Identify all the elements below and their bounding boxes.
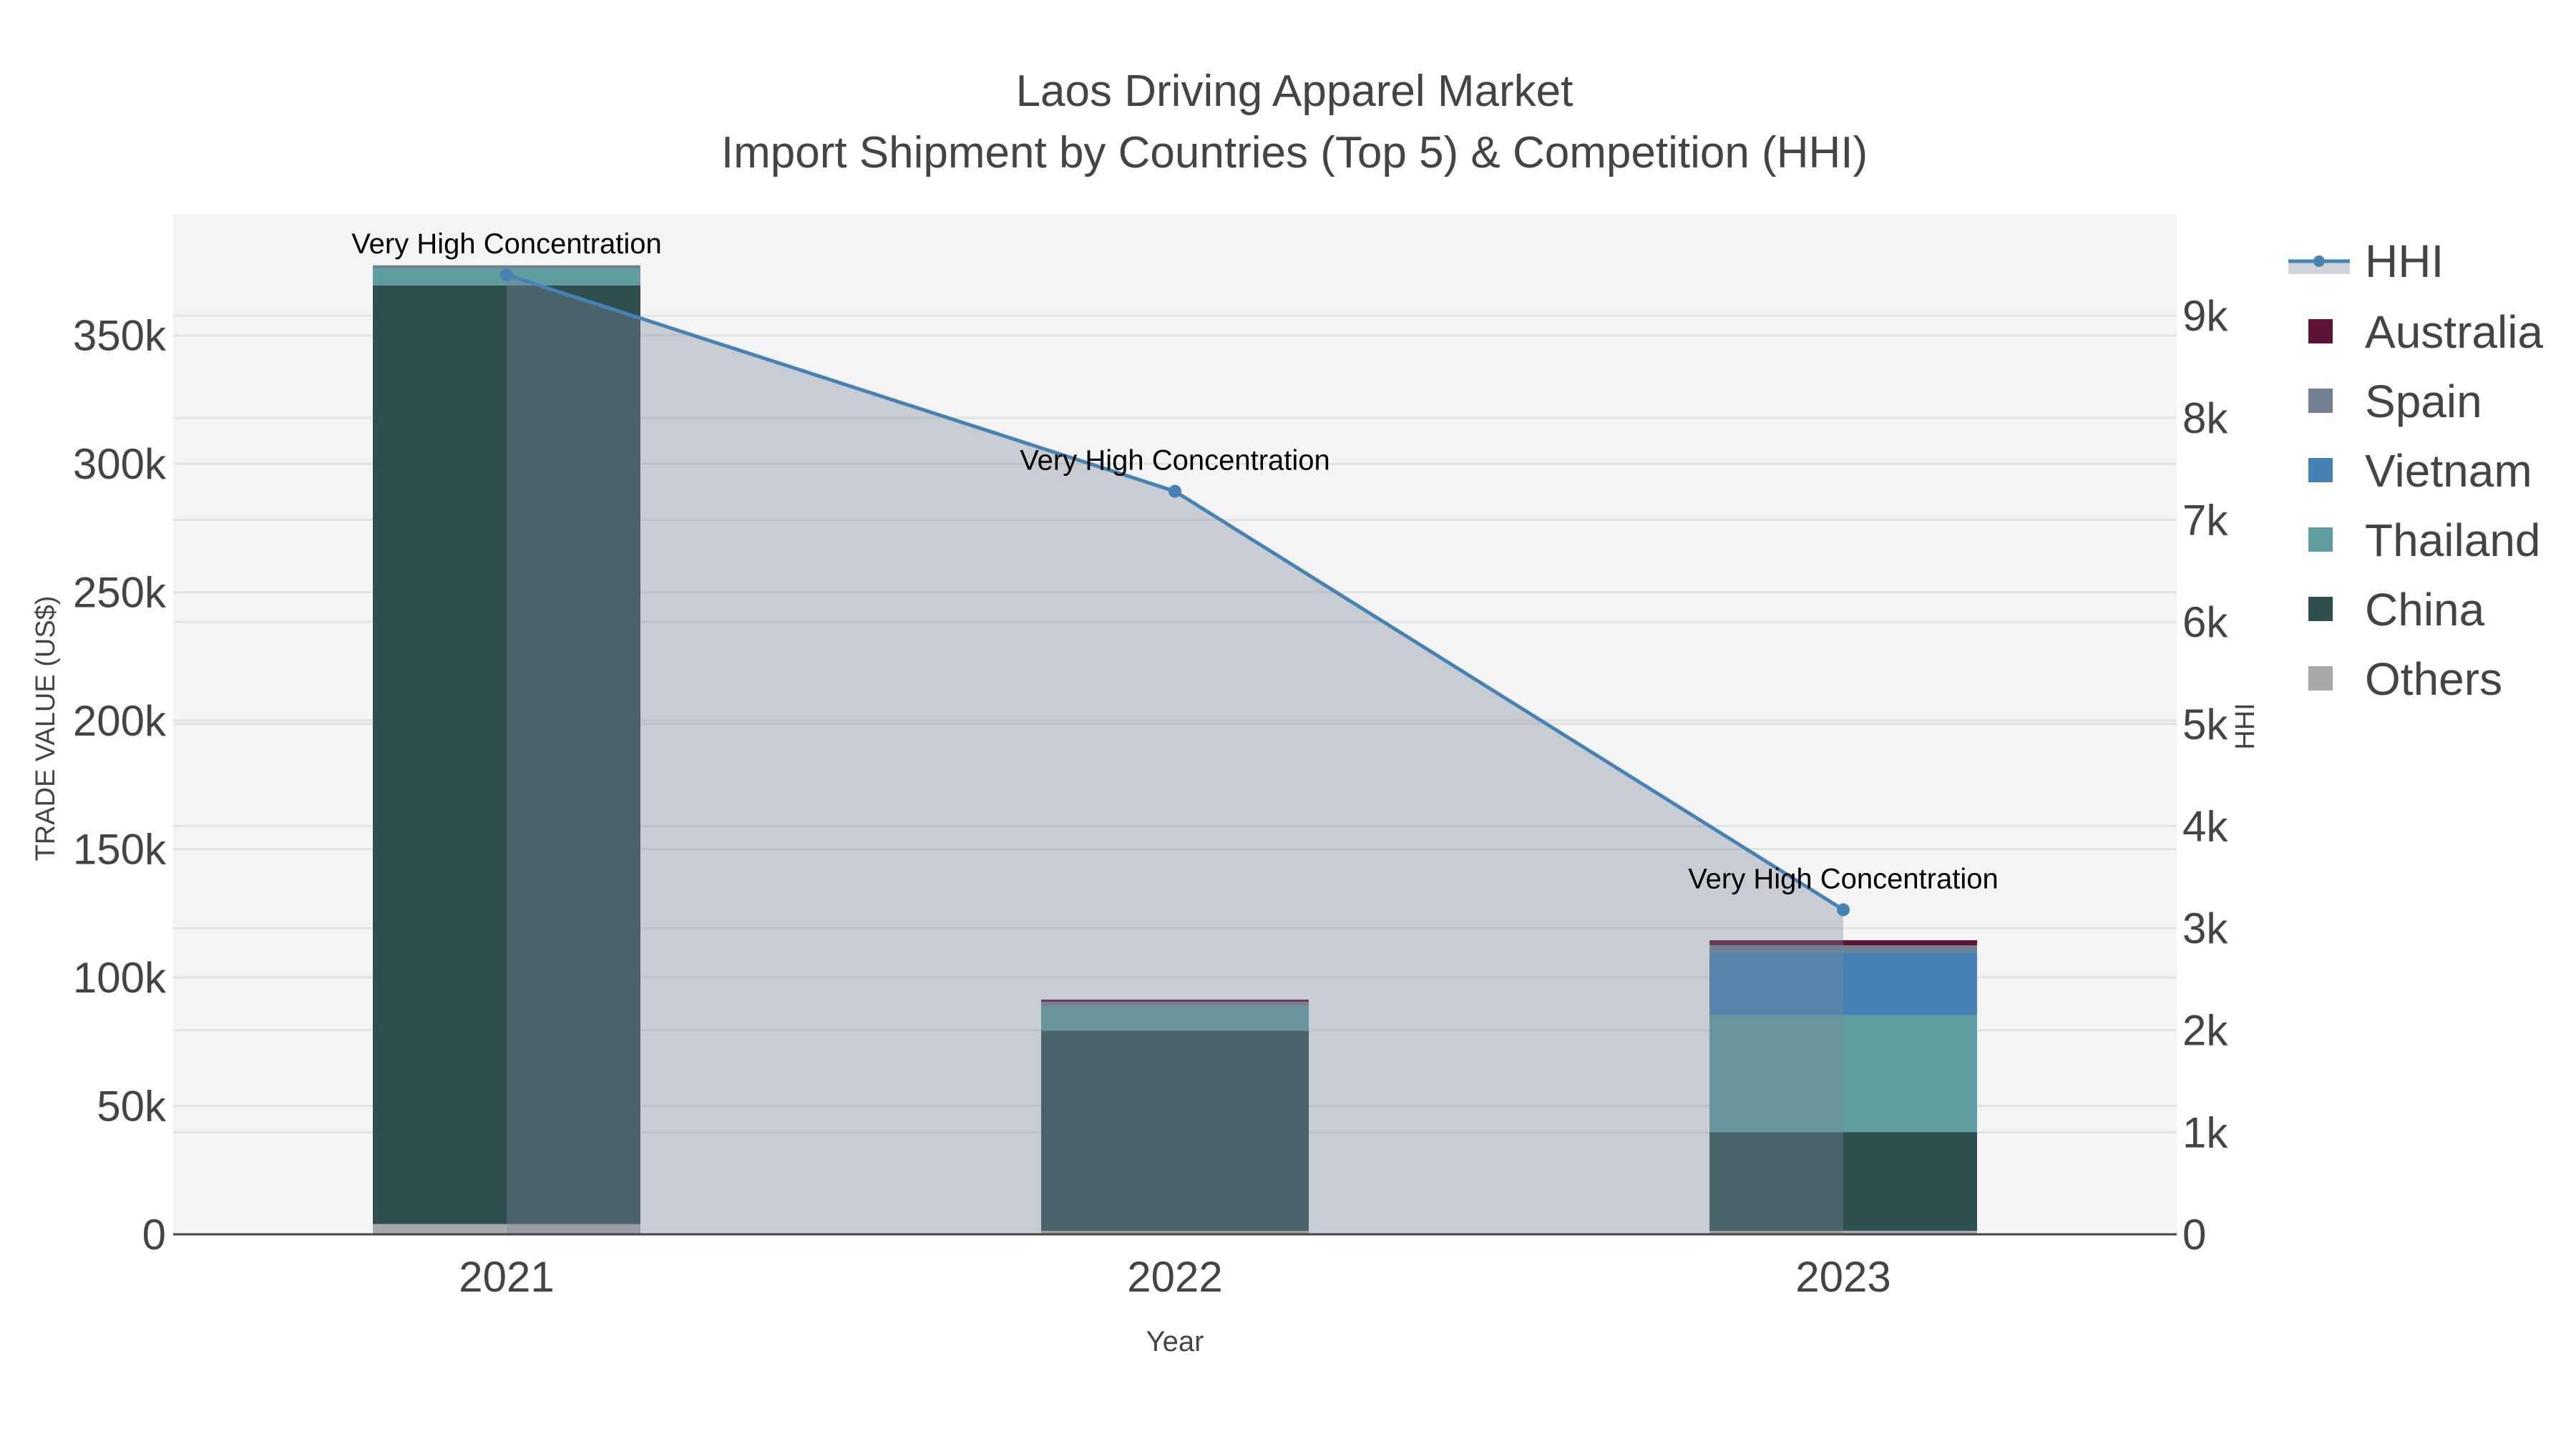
y-tick-label: 150k — [73, 826, 167, 874]
y-tick-label: 100k — [73, 954, 167, 1002]
hhi-annotation: Very High Concentration — [1688, 863, 1999, 894]
legend-swatch — [2308, 319, 2333, 343]
hhi-point — [1837, 903, 1850, 917]
y-tick-label: 300k — [73, 440, 167, 488]
y2-tick-label: 5k — [2182, 701, 2228, 748]
y2-tick-label: 7k — [2182, 497, 2228, 545]
x-tick-label: 2023 — [1795, 1253, 1890, 1301]
legend-marker — [2313, 255, 2325, 267]
legend-item-hhi[interactable]: HHI — [2288, 235, 2444, 287]
bar-spain-2021 — [373, 265, 640, 269]
legend-label: HHI — [2365, 235, 2444, 287]
y-tick-label: 250k — [73, 569, 167, 617]
y2-tick-label: 1k — [2182, 1108, 2228, 1156]
legend-label: Thailand — [2365, 514, 2541, 566]
hhi-point — [1169, 484, 1181, 498]
chart-subtitle: Import Shipment by Countries (Top 5) & C… — [721, 128, 1868, 177]
legend-swatch — [2308, 666, 2333, 691]
legend: HHI Australia Spain Vietnam Thailand China Oth… — [2288, 235, 2543, 705]
legend-item-australia[interactable]: Australia — [2308, 306, 2543, 358]
y2-tick-label: 9k — [2182, 292, 2228, 340]
y2-tick-label: 2k — [2182, 1007, 2228, 1055]
x-tick-label: 2021 — [459, 1253, 554, 1301]
legend-label: Vietnam — [2365, 445, 2532, 497]
y-tick-label: 200k — [73, 697, 167, 745]
hhi-annotation: Very High Concentration — [1020, 445, 1330, 477]
legend-label: China — [2365, 584, 2485, 635]
y-tick-label: 0 — [142, 1211, 166, 1259]
legend-swatch — [2308, 458, 2333, 482]
x-tick-label: 2022 — [1127, 1253, 1222, 1301]
legend-swatch — [2308, 597, 2333, 621]
chart-title: Laos Driving Apparel Market — [1016, 67, 1574, 116]
y2-tick-label: 3k — [2182, 904, 2228, 952]
x-axis-title: Year — [1146, 1326, 1204, 1357]
legend-swatch — [2308, 389, 2333, 413]
chart: Laos Driving Apparel Market Import Shipm… — [31, 67, 2543, 1357]
y2-tick-label: 6k — [2182, 598, 2228, 646]
legend-item-spain[interactable]: Spain — [2308, 376, 2482, 427]
legend-label: Spain — [2365, 376, 2482, 427]
y-axis-ticks: 0 50k 100k 150k 200k 250k 300k 350k — [73, 312, 167, 1259]
y2-tick-label: 4k — [2182, 802, 2228, 850]
hhi-point — [500, 268, 513, 282]
y2-axis-title: HHI — [2230, 703, 2260, 749]
legend-item-thailand[interactable]: Thailand — [2308, 514, 2541, 566]
y-axis-title: TRADE VALUE (US$) — [31, 596, 61, 862]
legend-swatch — [2308, 527, 2333, 552]
legend-item-vietnam[interactable]: Vietnam — [2308, 445, 2532, 497]
y2-axis-ticks: 0 1k 2k 3k 4k 5k 6k 7k 8k 9k — [2182, 292, 2228, 1259]
y2-tick-label: 0 — [2182, 1211, 2206, 1259]
legend-label: Australia — [2365, 306, 2543, 358]
x-axis-ticks: 2021 2022 2023 — [459, 1253, 1890, 1301]
legend-item-china[interactable]: China — [2308, 584, 2485, 635]
hhi-annotation: Very High Concentration — [351, 228, 662, 260]
legend-label: Others — [2365, 653, 2502, 705]
y-tick-label: 350k — [73, 312, 167, 360]
legend-item-others[interactable]: Others — [2308, 653, 2502, 705]
y-tick-label: 50k — [97, 1083, 167, 1131]
y2-tick-label: 8k — [2182, 394, 2228, 442]
